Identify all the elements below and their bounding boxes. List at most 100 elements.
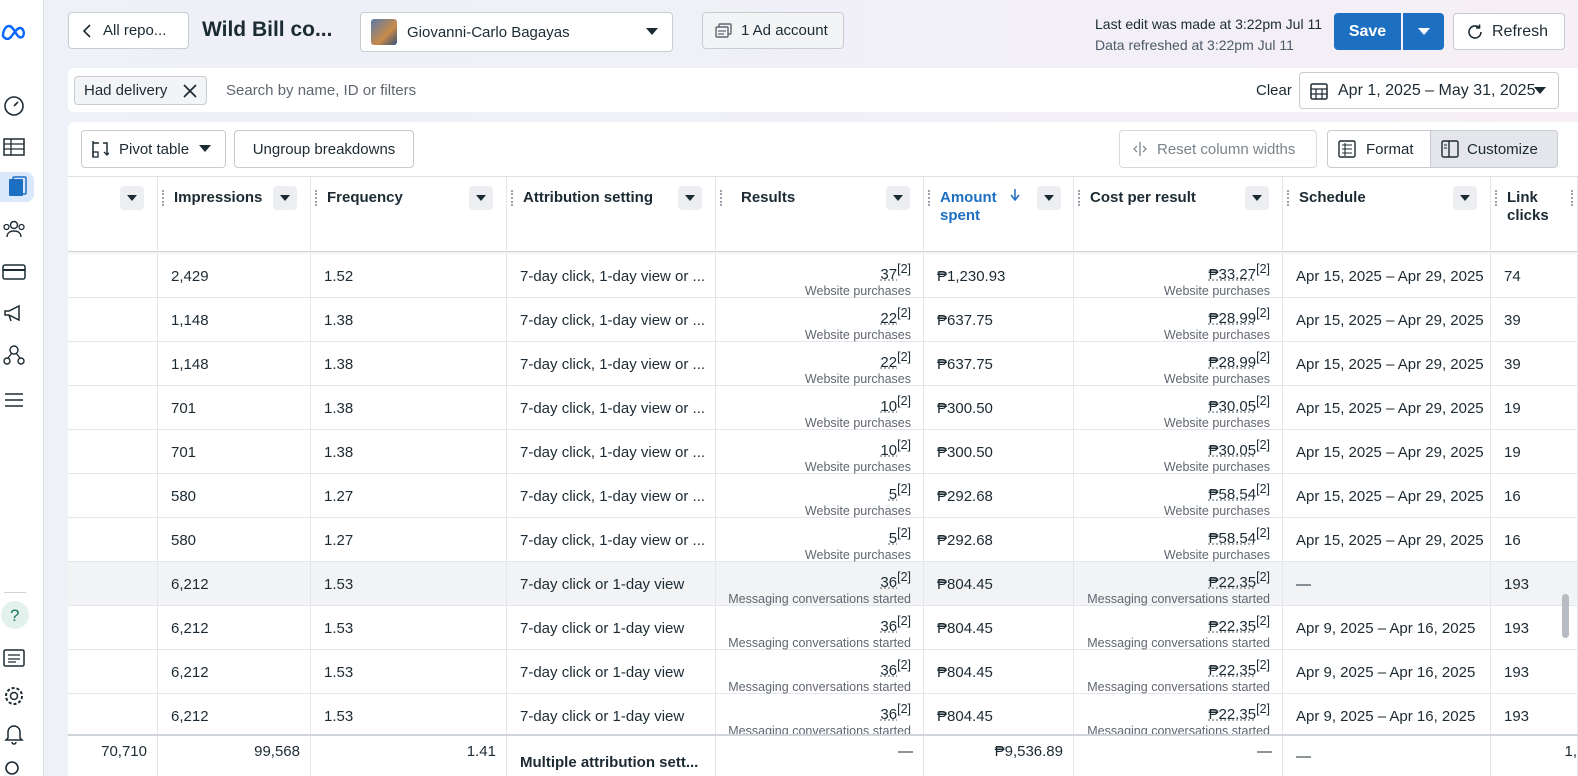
sort-descending-arrow-icon[interactable] (1010, 189, 1020, 201)
column-header-attribution-setting[interactable]: Attribution setting (507, 177, 716, 253)
cpr-value[interactable]: ₱22.35 (1209, 574, 1257, 591)
business-network-icon[interactable] (0, 340, 28, 370)
report-title[interactable]: Wild Bill co... (202, 18, 332, 42)
drag-handle-icon[interactable] (511, 190, 514, 206)
column-header-schedule[interactable]: Schedule (1283, 177, 1491, 253)
column-menu-button[interactable] (120, 186, 144, 210)
cpr-value[interactable]: ₱58.54 (1209, 486, 1257, 503)
news-feed-icon[interactable] (0, 643, 28, 673)
drag-handle-icon[interactable] (720, 190, 723, 206)
column-menu-button[interactable] (886, 186, 910, 210)
column-header-link-clicks[interactable]: Link clicks (1491, 177, 1578, 253)
column-menu-button[interactable] (273, 186, 297, 210)
vertical-scrollbar-thumb[interactable] (1562, 594, 1569, 638)
results-value[interactable]: 36 (880, 662, 897, 679)
save-options-button[interactable] (1403, 13, 1444, 50)
cpr-value[interactable]: ₱30.05 (1209, 398, 1257, 415)
cpr-type-label: Messaging conversations started (1087, 636, 1270, 650)
results-value[interactable]: 5 (889, 530, 897, 547)
results-value[interactable]: 10 (880, 442, 897, 459)
cpr-value[interactable]: ₱22.35 (1209, 706, 1257, 723)
info-marker: [2] (897, 306, 911, 320)
column-header-cost-per-result[interactable]: Cost per result (1074, 177, 1283, 253)
audiences-icon[interactable] (0, 214, 28, 244)
cell-cpr: ₱58.54[2] Website purchases (1074, 474, 1283, 518)
help-icon[interactable]: ? (0, 600, 30, 630)
column-header-results[interactable]: Results (716, 177, 924, 253)
cpr-value[interactable]: ₱30.05 (1209, 442, 1257, 459)
table-row[interactable]: 1,148 1.38 7-day click, 1-day view or ... 2… (68, 298, 1578, 342)
refresh-button[interactable]: Refresh (1453, 13, 1565, 50)
cell-attribution: 7-day click, 1-day view or ... (507, 254, 716, 298)
cell-amount: ₱804.45 (924, 650, 1074, 694)
results-value[interactable]: 36 (880, 618, 897, 635)
results-value[interactable]: 37 (880, 266, 897, 283)
account-selector[interactable]: Giovanni-Carlo Bagayas (360, 12, 673, 52)
results-value[interactable]: 36 (880, 574, 897, 591)
save-button[interactable]: Save (1334, 13, 1401, 50)
format-button[interactable]: Format (1327, 130, 1431, 168)
column-menu-button[interactable] (1037, 186, 1061, 210)
results-value[interactable]: 22 (880, 354, 897, 371)
cell-schedule: Apr 9, 2025 – Apr 16, 2025 (1283, 694, 1491, 738)
column-menu-button[interactable] (469, 186, 493, 210)
table-row[interactable]: 6,212 1.53 7-day click or 1-day view 36[2] M… (68, 562, 1578, 606)
search-icon[interactable] (0, 755, 28, 776)
column-menu-button[interactable] (1453, 186, 1477, 210)
dashboard-icon[interactable] (0, 90, 28, 120)
results-value[interactable]: 10 (880, 398, 897, 415)
drag-handle-icon[interactable] (1571, 190, 1574, 206)
reports-icon[interactable] (0, 172, 34, 202)
settings-gear-icon[interactable] (0, 681, 28, 711)
cpr-value-wrap: ₱22.35[2] (1209, 702, 1270, 724)
table-icon[interactable] (0, 132, 28, 162)
menu-icon[interactable] (0, 385, 28, 415)
results-value[interactable]: 22 (880, 310, 897, 327)
drag-handle-icon[interactable] (162, 190, 165, 206)
all-reports-button[interactable]: All repo... (68, 12, 189, 49)
cpr-value[interactable]: ₱33.27 (1209, 266, 1257, 283)
ungroup-breakdowns-button[interactable]: Ungroup breakdowns (234, 130, 414, 168)
table-row[interactable]: 701 1.38 7-day click, 1-day view or ... 10[… (68, 386, 1578, 430)
drag-handle-icon[interactable] (1078, 190, 1081, 206)
table-row[interactable]: 701 1.38 7-day click, 1-day view or ... 10[… (68, 430, 1578, 474)
table-row[interactable]: 1,148 1.38 7-day click, 1-day view or ... 2… (68, 342, 1578, 386)
reset-column-widths-button[interactable]: Reset column widths (1119, 130, 1317, 168)
cpr-value[interactable]: ₱58.54 (1209, 530, 1257, 547)
table-row[interactable]: 580 1.27 7-day click, 1-day view or ... 5[2… (68, 518, 1578, 562)
column-menu-button[interactable] (1245, 186, 1269, 210)
search-input[interactable] (218, 78, 818, 102)
cpr-value[interactable]: ₱28.99 (1209, 354, 1257, 371)
billing-card-icon[interactable] (0, 257, 28, 287)
table-row[interactable]: 6,212 1.53 7-day click or 1-day view 36[2] M… (68, 606, 1578, 650)
column-header-frequency[interactable]: Frequency (311, 177, 507, 253)
drag-handle-icon[interactable] (928, 190, 931, 206)
cpr-value[interactable]: ₱22.35 (1209, 618, 1257, 635)
customize-button[interactable]: Customize (1430, 130, 1558, 168)
filter-chip-had-delivery[interactable]: Had delivery (74, 76, 207, 105)
table-row[interactable]: 6,212 1.53 7-day click or 1-day view 36[2] M… (68, 694, 1578, 738)
column-header-reach[interactable] (68, 177, 158, 253)
drag-handle-icon[interactable] (1495, 190, 1498, 206)
close-icon[interactable] (182, 83, 198, 99)
cpr-value[interactable]: ₱22.35 (1209, 662, 1257, 679)
cpr-value-wrap: ₱22.35[2] (1209, 614, 1270, 636)
ad-account-button[interactable]: 1 Ad account (702, 12, 844, 49)
drag-handle-icon[interactable] (1287, 190, 1290, 206)
drag-handle-icon[interactable] (315, 190, 318, 206)
column-header-amount-spent[interactable]: Amount spent (924, 177, 1074, 253)
table-row[interactable]: 6,212 1.53 7-day click or 1-day view 36[2] M… (68, 650, 1578, 694)
meta-logo-icon[interactable] (0, 17, 30, 47)
table-row[interactable]: 2,429 1.52 7-day click, 1-day view or ... 3… (68, 254, 1578, 298)
date-range-picker[interactable]: Apr 1, 2025 – May 31, 2025 (1299, 72, 1559, 109)
column-menu-button[interactable] (678, 186, 702, 210)
column-header-impressions[interactable]: Impressions (158, 177, 311, 253)
clear-filters-link[interactable]: Clear (1256, 82, 1292, 99)
megaphone-icon[interactable] (0, 298, 28, 328)
table-row[interactable]: 580 1.27 7-day click, 1-day view or ... 5[2… (68, 474, 1578, 518)
notifications-bell-icon[interactable] (0, 719, 28, 749)
pivot-table-button[interactable]: Pivot table (81, 130, 226, 168)
results-value[interactable]: 36 (880, 706, 897, 723)
results-value[interactable]: 5 (889, 486, 897, 503)
cpr-value[interactable]: ₱28.99 (1209, 310, 1257, 327)
